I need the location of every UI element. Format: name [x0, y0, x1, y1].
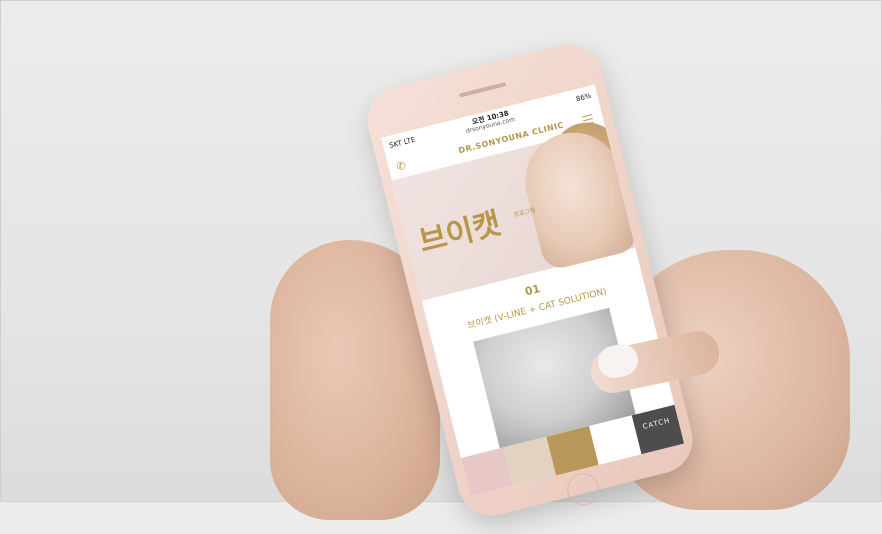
home-button[interactable]	[563, 469, 603, 509]
carrier-label: SKT LTE	[388, 135, 417, 150]
tab-5-label: CATCH	[641, 416, 672, 431]
tab-5[interactable]: CATCH	[631, 404, 685, 455]
phone-icon[interactable]: ✆	[395, 159, 407, 174]
hero-title: 브이캣	[415, 206, 505, 261]
battery-label: 86%	[575, 91, 593, 104]
phone-speaker	[458, 82, 507, 98]
